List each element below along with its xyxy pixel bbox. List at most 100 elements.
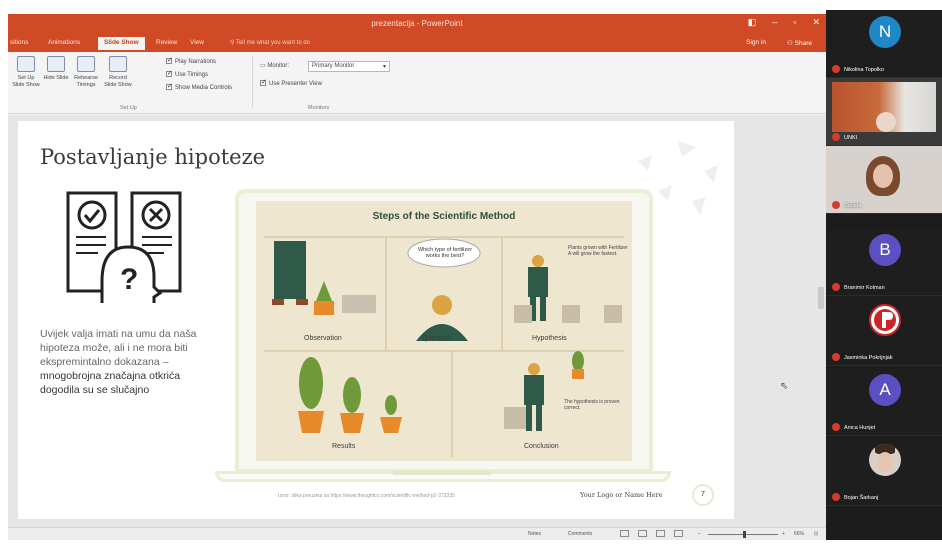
caption-observation: Observation — [304, 335, 342, 342]
participant-tile[interactable]: N Nikolina Topolko — [826, 10, 942, 78]
mouse-cursor-icon: ⇖ — [780, 381, 789, 392]
participant-tile[interactable]: UNKI — [826, 78, 942, 146]
hypothesis-note: Plants grown with Fertilizer A will grow… — [568, 245, 628, 257]
hide-slide-icon — [47, 56, 65, 72]
chevron-down-icon: ▾ — [382, 64, 386, 70]
zoom-slider-handle[interactable] — [743, 531, 746, 538]
avatar: N — [869, 16, 901, 48]
participant-name-text: Nikolina Topolko — [844, 67, 884, 73]
slide-show-view-icon[interactable] — [674, 530, 683, 537]
laptop-notch — [392, 471, 492, 475]
participant-name-text: Jasminka Pokrijnjak — [844, 355, 893, 361]
close-icon[interactable]: ✕ — [812, 17, 820, 28]
play-narrations-checkbox[interactable]: ✓ Play Narrations — [166, 57, 217, 65]
ribbon-display-options-icon[interactable]: ◧ — [748, 17, 757, 28]
scientific-method-image[interactable]: Steps of the Scientific Method Which typ… — [256, 201, 632, 461]
tab-animations[interactable]: Animations — [48, 39, 80, 46]
share-label: Share — [794, 40, 812, 47]
participant-tile[interactable]: Sanela — [826, 146, 942, 214]
window-controls: ◧ – ▫ ✕ — [748, 17, 820, 28]
monitor-label-text: Monitor: — [267, 63, 290, 69]
video-feed-person — [876, 112, 896, 132]
zoom-in-icon[interactable]: + — [782, 531, 785, 537]
checkbox-icon: ✓ — [166, 70, 173, 77]
participant-name: Jasminka Pokrijnjak — [832, 353, 893, 361]
participant-name-text: Bojan Šarkanj — [844, 495, 879, 501]
mic-muted-icon — [832, 133, 840, 141]
record-slide-show-button[interactable]: Record Slide Show — [104, 56, 132, 89]
slide-body-text[interactable]: Uvijek valja imati na umu da naša hipote… — [40, 327, 220, 397]
ribbon-separator — [252, 56, 253, 108]
tab-review[interactable]: Review — [156, 39, 177, 46]
slide[interactable]: Postavljanje hipoteze ? Uvijek valja ima… — [18, 121, 734, 519]
mic-muted-icon — [832, 201, 840, 209]
participant-name-text: Branimir Kolman — [844, 285, 885, 291]
presenter-view-label: Use Presenter View — [269, 81, 322, 87]
conclusion-note: The hypothesis is proven correct. — [564, 399, 620, 411]
photo-face — [877, 452, 893, 472]
avatar-logo-icon — [869, 304, 901, 336]
use-timings-checkbox[interactable]: ✓ Use Timings — [166, 70, 208, 78]
rehearse-timings-label: Rehearse Timings — [74, 75, 98, 88]
participant-tile[interactable]: A Anica Hunjet — [826, 368, 942, 436]
minimize-icon[interactable]: – — [772, 17, 777, 28]
vertical-scrollbar-thumb[interactable] — [818, 287, 824, 309]
caption-hypothesis: Hypothesis — [532, 335, 567, 342]
sign-in-link[interactable]: Sign in — [746, 39, 766, 46]
monitor-label: ▭ Monitor: — [260, 62, 289, 69]
play-narrations-label: Play Narrations — [175, 59, 217, 65]
zoom-out-icon[interactable]: – — [698, 531, 701, 537]
normal-view-icon[interactable] — [620, 530, 629, 537]
set-up-slide-show-button[interactable]: Set Up Slide Show — [12, 56, 40, 89]
scientific-method-illustration — [264, 236, 624, 457]
participant-tile[interactable]: Bojan Šarkanj — [826, 438, 942, 506]
participant-tile[interactable]: B Branimir Kolman — [826, 228, 942, 296]
university-logo-icon — [874, 309, 896, 331]
slide-title[interactable]: Postavljanje hipoteze — [40, 145, 265, 169]
participant-name: UNKI — [832, 133, 857, 141]
avatar: A — [869, 374, 901, 406]
tell-me-search[interactable]: ⚲ Tell me what you want to do — [230, 39, 310, 46]
record-slide-show-label: Record Slide Show — [104, 75, 132, 88]
tab-view[interactable]: View — [190, 39, 204, 46]
hide-slide-button[interactable]: Hide Slide — [42, 56, 70, 82]
zoom-level[interactable]: 66% — [794, 531, 804, 537]
reading-view-icon[interactable] — [656, 530, 665, 537]
mic-muted-icon — [832, 353, 840, 361]
hide-slide-label: Hide Slide — [43, 75, 69, 81]
video-feed-face — [873, 164, 893, 188]
mic-muted-icon — [832, 283, 840, 291]
participant-name: Bojan Šarkanj — [832, 493, 878, 501]
fit-slide-icon[interactable]: ⊡ — [814, 531, 818, 537]
monitor-dropdown[interactable]: Primary Monitor ▾ — [308, 61, 390, 72]
notes-button[interactable]: Notes — [528, 531, 541, 537]
rehearse-timings-button[interactable]: Rehearse Timings — [72, 56, 100, 89]
group-label-monitors: Monitors — [308, 105, 330, 111]
tell-me-text: Tell me what you want to do — [235, 40, 310, 46]
setup-show-icon — [17, 56, 35, 72]
participant-tile[interactable]: Jasminka Pokrijnjak — [826, 298, 942, 366]
monitor-value: Primary Monitor — [312, 63, 355, 69]
comments-button[interactable]: Comments — [568, 531, 592, 537]
show-media-controls-checkbox[interactable]: ✓ Show Media Controls — [166, 83, 233, 91]
participant-name-text: Anica Hunjet — [844, 425, 876, 431]
tab-transitions[interactable]: sitions — [10, 39, 28, 46]
participants-panel: N Nikolina Topolko UNKI Sanela B Branimi… — [826, 10, 942, 540]
svg-text:?: ? — [120, 263, 138, 296]
checkbox-icon: ✓ — [260, 79, 267, 86]
share-button[interactable]: ⚇ Share — [787, 39, 812, 47]
use-presenter-view-checkbox[interactable]: ✓ Use Presenter View — [260, 79, 322, 87]
ribbon-tabs: sitions Animations Slide Show Review Vie… — [8, 36, 826, 52]
slide-sorter-icon[interactable] — [638, 530, 647, 537]
participant-name-text: UNKI — [844, 135, 858, 141]
show-media-controls-label: Show Media Controls — [175, 85, 233, 91]
title-bar: prezentacija - PowerPoint ◧ – ▫ ✕ — [8, 14, 826, 36]
status-bar: Notes Comments – + 66% ⊡ — [8, 527, 826, 540]
maximize-icon[interactable]: ▫ — [793, 17, 796, 28]
avatar: B — [869, 234, 901, 266]
participant-name: Sanela — [832, 201, 861, 209]
tab-slide-show[interactable]: Slide Show — [98, 37, 145, 50]
question-bubble: Which type of fertilizer works the best? — [417, 247, 473, 259]
body-plain: Uvijek valja imati na umu da naša hipote… — [40, 328, 197, 368]
avatar-photo — [869, 444, 901, 476]
